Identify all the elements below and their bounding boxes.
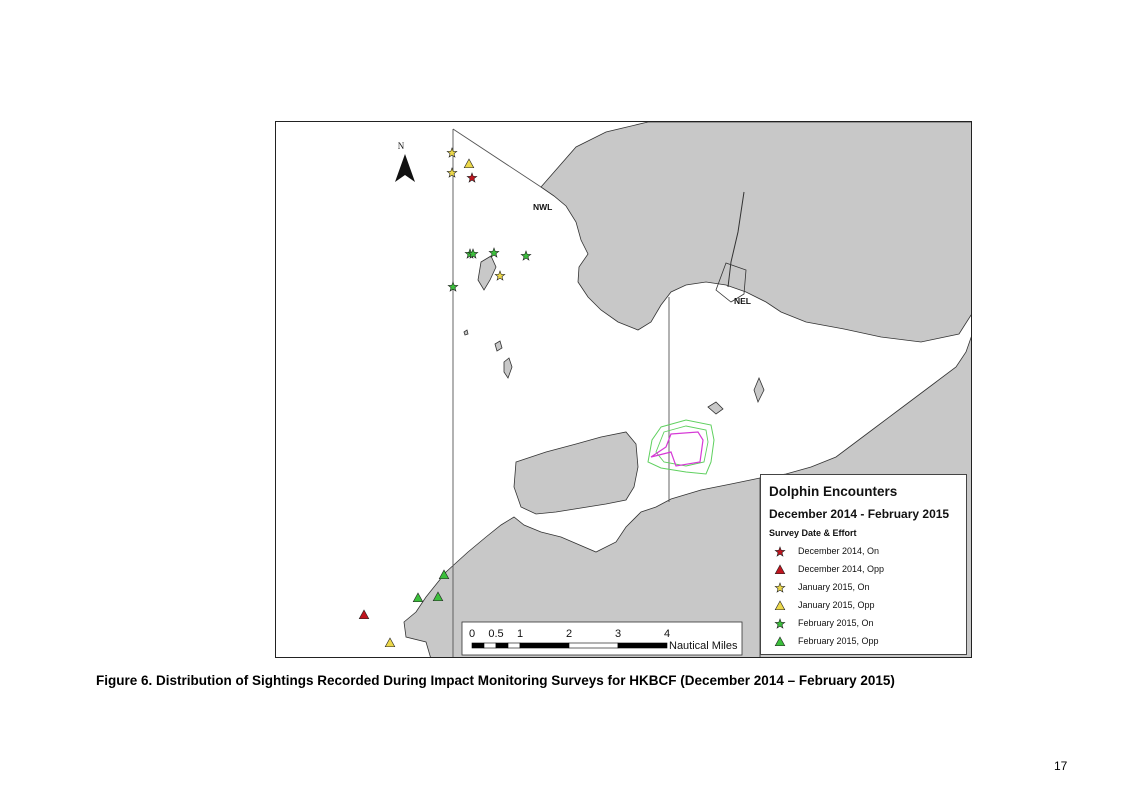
scale-tick-1: 1	[517, 628, 523, 640]
scale-tick-4: 4	[664, 628, 670, 640]
legend-item-label: February 2015, On	[798, 618, 874, 628]
legend-marker-icon	[774, 546, 786, 557]
legend-item-label: February 2015, Opp	[798, 636, 879, 646]
scale-seg-7	[617, 642, 668, 649]
sighting-jan-on-3	[494, 270, 506, 281]
legend-triangle-icon	[774, 564, 786, 575]
scale-tick-2: 2	[566, 628, 572, 640]
legend-item-label: December 2014, Opp	[798, 564, 885, 574]
legend-star-icon	[774, 546, 786, 557]
scale-tick-3: 3	[615, 628, 621, 640]
legend: Dolphin Encounters December 2014 - Febru…	[760, 474, 967, 655]
figure-caption: Figure 6. Distribution of Sightings Reco…	[96, 673, 895, 688]
land-islet-c	[753, 376, 765, 404]
land-islet-f	[463, 329, 469, 336]
land-north	[540, 122, 971, 343]
sighting-feb-on-4	[520, 250, 532, 261]
legend-item-label: December 2014, On	[798, 546, 880, 556]
land-islet-b	[707, 401, 724, 415]
scale-bar: 0 0.5 1 2 3 4 Nautical Miles	[461, 621, 743, 656]
legend-title: Dolphin Encounters	[769, 484, 898, 499]
legend-triangle-icon	[774, 600, 786, 611]
legend-item-label: January 2015, On	[798, 582, 870, 592]
scale-seg-1	[471, 642, 485, 649]
legend-item-label: January 2015, Opp	[798, 600, 875, 610]
sighting-feb-on-3	[488, 247, 500, 258]
legend-star-icon	[774, 582, 786, 593]
sighting-jan-on-2	[446, 167, 458, 178]
legend-item-dec-on: December 2014, On	[773, 545, 963, 559]
sighting-jan-on-1	[446, 147, 458, 158]
legend-marker-icon	[774, 600, 786, 611]
north-arrow: N	[395, 141, 415, 182]
works-area-inner	[650, 431, 704, 467]
scale-seg-3	[495, 642, 509, 649]
page-number: 17	[1054, 759, 1068, 773]
nwl-label: NWL	[533, 202, 552, 212]
legend-item-feb-opp: February 2015, Opp	[773, 635, 963, 649]
legend-item-feb-on: February 2015, On	[773, 617, 963, 631]
legend-subtitle: December 2014 - February 2015	[769, 507, 950, 521]
sighting-dec-opp-1	[358, 609, 370, 620]
scale-unit: Nautical Miles	[669, 640, 738, 652]
legend-triangle-icon	[774, 636, 786, 647]
legend-section-heading: Survey Date & Effort	[769, 528, 857, 538]
scale-seg-4	[507, 642, 521, 649]
nel-label: NEL	[734, 296, 751, 306]
land-islet-d	[503, 357, 513, 379]
scale-seg-5	[519, 642, 570, 649]
legend-item-jan-on: January 2015, On	[773, 581, 963, 595]
legend-marker-icon	[774, 564, 786, 575]
scale-seg-6	[568, 642, 619, 649]
north-arrow-icon	[395, 154, 415, 182]
sighting-dec-on-1	[466, 172, 478, 183]
legend-item-jan-opp: January 2015, Opp	[773, 599, 963, 613]
legend-marker-icon	[774, 618, 786, 629]
legend-item-dec-opp: December 2014, Opp	[773, 563, 963, 577]
sighting-jan-opp-1	[463, 158, 475, 169]
scale-tick-0-5: 0.5	[488, 628, 503, 640]
land-islet-e	[494, 340, 503, 352]
land-island-west	[513, 431, 639, 515]
scale-tick-0: 0	[469, 628, 475, 640]
legend-star-icon	[774, 618, 786, 629]
sighting-feb-opp-3	[412, 592, 424, 603]
scale-seg-2	[483, 642, 497, 649]
legend-marker-icon	[774, 636, 786, 647]
north-label: N	[398, 141, 405, 151]
sighting-jan-opp-2	[384, 637, 396, 648]
legend-marker-icon	[774, 582, 786, 593]
land-islet-a	[477, 255, 497, 291]
map-frame: NWL NEL N 0 0.5 1 2 3 4 Nautical Miles D…	[275, 121, 972, 658]
